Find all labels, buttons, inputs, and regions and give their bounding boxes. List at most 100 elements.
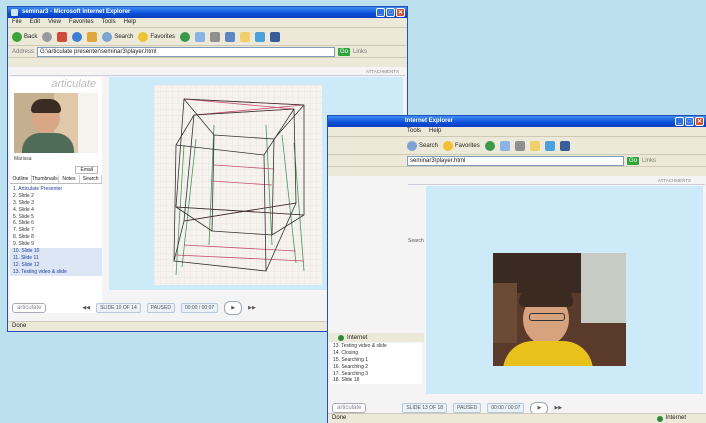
- messenger-icon[interactable]: [544, 140, 555, 151]
- play-button[interactable]: ▶: [224, 301, 243, 315]
- maximize-button[interactable]: □: [685, 117, 694, 126]
- list-item[interactable]: 8. Slide 8: [10, 234, 102, 241]
- go-button[interactable]: Go: [337, 47, 350, 56]
- address-bar: seminar3\player.html Go Links: [328, 155, 706, 167]
- stop-icon[interactable]: [57, 31, 68, 42]
- favorites-button[interactable]: Favorites: [443, 140, 480, 151]
- menu-tools[interactable]: Tools: [407, 127, 421, 136]
- menu-favorites[interactable]: Favorites: [69, 18, 94, 27]
- search-icon: [407, 140, 417, 151]
- slide-counter: SLIDE 13 OF 18: [402, 403, 448, 413]
- slide-outline-list: 13. Testing video & slide 14. Closing 15…: [330, 343, 422, 385]
- menu-view[interactable]: View: [48, 18, 61, 27]
- list-item[interactable]: 16. Searching 2: [330, 364, 422, 371]
- minimize-button[interactable]: _: [675, 117, 684, 126]
- research-icon[interactable]: [270, 31, 281, 42]
- home-icon[interactable]: [87, 31, 98, 42]
- favorites-button[interactable]: Favorites: [138, 31, 175, 42]
- minimize-button[interactable]: _: [376, 8, 385, 17]
- list-item[interactable]: 13. Testing video & slide: [10, 268, 102, 276]
- close-button[interactable]: ✕: [695, 117, 704, 126]
- list-item[interactable]: 1. Articulate Presenter: [10, 186, 102, 193]
- attachments-tab[interactable]: ATTACHMENTS: [366, 69, 399, 74]
- status-text: Done: [332, 415, 347, 421]
- maximize-button[interactable]: □: [386, 8, 395, 17]
- print-icon[interactable]: [514, 140, 525, 151]
- list-item[interactable]: 9. Slide 9: [10, 241, 102, 248]
- tab-thumbnails[interactable]: Thumbnails: [32, 175, 59, 183]
- list-item[interactable]: 10. Slide 10: [10, 248, 102, 255]
- list-item[interactable]: 12. Slide 12: [10, 261, 102, 269]
- links-label[interactable]: Links: [642, 158, 656, 164]
- menu-edit[interactable]: Edit: [30, 18, 40, 27]
- security-zone: Internet: [656, 414, 686, 423]
- address-label: Address: [12, 48, 35, 55]
- forward-arrow-icon[interactable]: [42, 31, 53, 42]
- research-icon[interactable]: [559, 140, 570, 151]
- list-item[interactable]: 14. Closing: [330, 350, 422, 357]
- list-item[interactable]: 3. Slide 3: [10, 200, 102, 207]
- links-label[interactable]: Links: [353, 49, 367, 55]
- list-item[interactable]: 17. Searching 3: [330, 371, 422, 378]
- print-icon[interactable]: [210, 31, 221, 42]
- history-icon[interactable]: [484, 140, 495, 151]
- list-item[interactable]: 13. Testing video & slide: [330, 343, 422, 350]
- folder-icon[interactable]: [529, 140, 540, 151]
- tab-search[interactable]: Search: [80, 175, 103, 183]
- menu-help[interactable]: Help: [124, 18, 136, 27]
- slide-outline-list: 1. Articulate Presenter 2. Slide 2 3. Sl…: [10, 186, 102, 276]
- toolbar: Back Search Favorites: [8, 28, 407, 46]
- edit-icon[interactable]: [225, 31, 236, 42]
- messenger-icon[interactable]: [255, 31, 266, 42]
- next-slide-button[interactable]: ▶▶: [554, 405, 562, 411]
- history-icon[interactable]: [180, 31, 191, 42]
- search-button[interactable]: Search: [102, 31, 133, 42]
- menu-tools[interactable]: Tools: [102, 18, 116, 27]
- menu-file[interactable]: File: [12, 18, 22, 27]
- browser-window-video: Internet Explorer _ □ ✕ Tools Help Searc…: [327, 115, 706, 423]
- email-button[interactable]: Email: [75, 166, 98, 174]
- list-item[interactable]: 18. Slide 18: [330, 377, 422, 384]
- list-item[interactable]: 5. Slide 5: [10, 214, 102, 221]
- menu-bar: Tools Help: [328, 127, 706, 137]
- player-area: ATTACHMENTS Search Internet 13. Testing …: [328, 176, 706, 415]
- attachments-tab[interactable]: ATTACHMENTS: [658, 178, 691, 183]
- address-input[interactable]: G:\articulate presenter\seminar3\player.…: [37, 46, 335, 57]
- window-title: seminar3 - Microsoft Internet Explorer: [22, 9, 131, 15]
- close-button[interactable]: ✕: [396, 8, 405, 17]
- list-item[interactable]: 15. Searching 1: [330, 357, 422, 364]
- title-bar[interactable]: Internet Explorer _ □ ✕: [328, 116, 706, 127]
- globe-icon: [338, 334, 344, 341]
- status-text: Done: [12, 323, 27, 329]
- list-item[interactable]: 6. Slide 6: [10, 220, 102, 227]
- back-arrow-icon: [12, 31, 22, 42]
- list-item[interactable]: 4. Slide 4: [10, 207, 102, 214]
- address-input[interactable]: seminar3\player.html: [407, 155, 624, 166]
- star-icon: [138, 31, 149, 42]
- internet-zone-banner: Internet: [328, 333, 424, 342]
- search-button[interactable]: Search: [407, 140, 438, 151]
- title-bar[interactable]: seminar3 - Microsoft Internet Explorer _…: [8, 7, 407, 18]
- sidebar: articulate Marissa Email Outline Thumbna…: [10, 77, 103, 313]
- ie-icon: [11, 9, 18, 16]
- mail-icon[interactable]: [195, 31, 206, 42]
- next-slide-button[interactable]: ▶▶: [248, 305, 256, 311]
- star-icon: [443, 140, 454, 151]
- refresh-icon[interactable]: [72, 31, 83, 42]
- sidebar-tab-fragment[interactable]: Search: [408, 238, 424, 244]
- prev-slide-button[interactable]: ◀◀: [82, 305, 90, 311]
- menu-help[interactable]: Help: [429, 127, 441, 136]
- list-item[interactable]: 7. Slide 7: [10, 227, 102, 234]
- video-frame: [493, 253, 626, 366]
- hypercube-drawing: [154, 85, 322, 285]
- go-button[interactable]: Go: [626, 156, 639, 165]
- toolbar: Search Favorites: [328, 137, 706, 155]
- search-icon: [102, 31, 113, 42]
- tab-notes[interactable]: Notes: [59, 175, 81, 183]
- mail-icon[interactable]: [499, 140, 510, 151]
- back-button[interactable]: Back: [12, 31, 37, 42]
- list-item[interactable]: 2. Slide 2: [10, 193, 102, 200]
- tab-outline[interactable]: Outline: [10, 175, 32, 183]
- list-item[interactable]: 11. Slide 11: [10, 254, 102, 262]
- folder-icon[interactable]: [240, 31, 251, 42]
